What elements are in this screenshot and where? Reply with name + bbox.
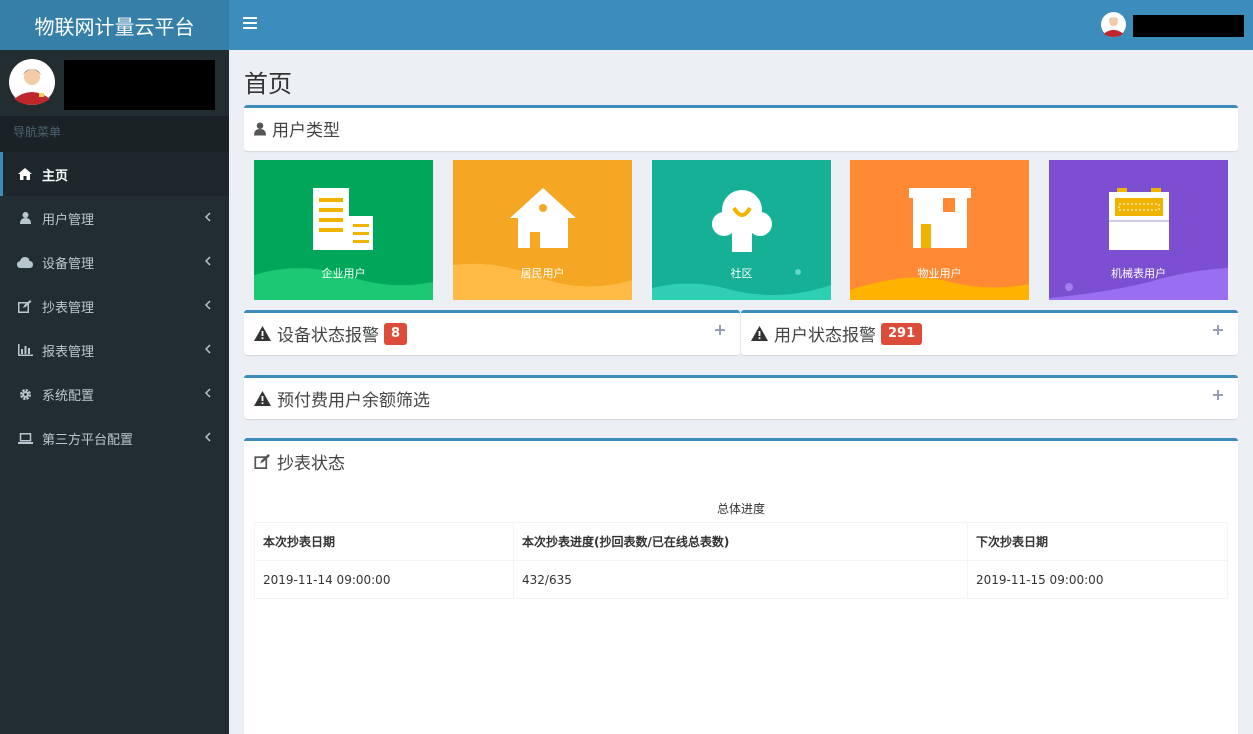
reading-status-box: 抄表状态 总体进度 本次抄表日期 本次抄表进度(抄回表数/已在线总表数) 下次抄…	[244, 438, 1238, 734]
chevron-left-icon	[204, 431, 211, 446]
box-title: 预付费用户余额筛选	[277, 391, 430, 411]
sidebar-item-reading-management[interactable]: 抄表管理	[0, 284, 229, 328]
house-icon	[509, 188, 576, 248]
shop-icon	[908, 188, 971, 248]
chevron-left-icon	[204, 387, 211, 402]
sidebar-menu: 主页 用户管理 设备管理 抄表管理 报表管理 系统配置 第三方平台配置	[0, 152, 229, 460]
sidebar-item-report-management[interactable]: 报表管理	[0, 328, 229, 372]
tile-resident-users[interactable]: 居民用户	[453, 160, 632, 300]
cloud-icon	[17, 255, 33, 269]
user-icon	[254, 121, 266, 136]
column-header: 下次抄表日期	[967, 522, 1228, 561]
chevron-left-icon	[204, 343, 211, 358]
sidebar-item-label: 抄表管理	[42, 300, 95, 316]
box-title: 抄表状态	[277, 454, 345, 474]
box-header: 设备状态报警 8	[244, 313, 740, 354]
tile-label: 企业用户	[321, 267, 366, 280]
sidebar-item-label: 主页	[42, 168, 69, 184]
table-cell: 432/635	[513, 560, 968, 599]
chevron-left-icon	[204, 255, 211, 270]
tile-label: 居民用户	[520, 267, 565, 280]
expand-plus-icon[interactable]	[714, 324, 726, 336]
device-alarm-box: 设备状态报警 8	[244, 310, 740, 355]
user-alarm-box: 用户状态报警 291	[741, 310, 1238, 355]
user-menu-avatar[interactable]	[1101, 12, 1126, 41]
top-navbar	[229, 0, 1253, 50]
box-header: 预付费用户余额筛选	[244, 378, 1238, 419]
tile-enterprise-users[interactable]: 企业用户	[254, 160, 433, 300]
user-alarm-count-badge: 291	[881, 322, 923, 345]
main-content: 首页 用户类型 企业用户 居民用户 社区 物业用户 机械表用户 设备状态报警 8…	[229, 50, 1253, 734]
bar-chart-icon	[17, 343, 33, 357]
table-cell: 2019-11-14 09:00:00	[254, 560, 514, 599]
building-icon	[312, 188, 373, 250]
tile-community[interactable]: 社区	[652, 160, 831, 300]
tree-icon	[711, 190, 772, 252]
tile-label: 社区	[730, 267, 753, 280]
sidebar-item-third-party-config[interactable]: 第三方平台配置	[0, 416, 229, 460]
sidebar-item-label: 第三方平台配置	[42, 432, 134, 448]
table-cell: 2019-11-15 09:00:00	[967, 560, 1228, 599]
box-header: 用户状态报警 291	[741, 313, 1238, 354]
warning-icon	[751, 326, 768, 341]
table-header-row: 本次抄表日期 本次抄表进度(抄回表数/已在线总表数) 下次抄表日期	[254, 522, 1228, 561]
box-title: 设备状态报警	[277, 326, 379, 346]
redacted-username[interactable]	[1133, 15, 1244, 37]
sidebar-toggle-icon[interactable]	[243, 17, 257, 31]
column-header: 本次抄表日期	[254, 522, 514, 561]
box-header: 用户类型	[244, 108, 1238, 149]
reading-status-table: 本次抄表日期 本次抄表进度(抄回表数/已在线总表数) 下次抄表日期 2019-1…	[254, 522, 1228, 599]
prepaid-balance-box: 预付费用户余额筛选	[244, 375, 1238, 419]
tile-mechanical-meter-users[interactable]: 机械表用户	[1049, 160, 1228, 300]
sidebar-item-system-config[interactable]: 系统配置	[0, 372, 229, 416]
sidebar: 物联网计量云平台 导航菜单 主页 用户管理 设备管理 抄表管理 报表管理 系统配…	[0, 0, 229, 734]
sidebar-item-device-management[interactable]: 设备管理	[0, 240, 229, 284]
chevron-left-icon	[204, 299, 211, 314]
chevron-left-icon	[204, 211, 211, 226]
overall-progress-title: 总体进度	[716, 502, 765, 516]
edit-icon	[17, 299, 33, 313]
user-types-box: 用户类型	[244, 105, 1238, 151]
tile-label: 物业用户	[917, 267, 962, 280]
avatar	[9, 59, 55, 109]
laptop-icon	[17, 431, 33, 445]
warning-icon	[254, 326, 271, 341]
sidebar-item-label: 报表管理	[42, 344, 95, 360]
sidebar-item-user-management[interactable]: 用户管理	[0, 196, 229, 240]
expand-plus-icon[interactable]	[1212, 324, 1224, 336]
gear-icon	[17, 387, 33, 401]
app-logo[interactable]: 物联网计量云平台	[0, 0, 229, 50]
table-row: 2019-11-14 09:00:00 432/635 2019-11-15 0…	[254, 560, 1228, 599]
page-title: 首页	[244, 70, 292, 98]
box-title: 用户类型	[272, 121, 340, 141]
user-icon	[17, 211, 33, 225]
box-title: 用户状态报警	[774, 326, 876, 346]
sidebar-item-label: 用户管理	[42, 212, 95, 228]
box-header: 抄表状态	[244, 441, 1238, 482]
sidebar-item-label: 系统配置	[42, 388, 95, 404]
home-icon	[17, 167, 33, 181]
sidebar-item-home[interactable]: 主页	[0, 152, 229, 196]
tile-property-users[interactable]: 物业用户	[850, 160, 1029, 300]
nav-header: 导航菜单	[0, 116, 229, 152]
edit-icon	[254, 454, 271, 469]
warning-icon	[254, 391, 271, 406]
device-alarm-count-badge: 8	[384, 322, 408, 345]
redacted-username	[64, 60, 215, 110]
expand-plus-icon[interactable]	[1212, 389, 1224, 401]
column-header: 本次抄表进度(抄回表数/已在线总表数)	[513, 522, 968, 561]
sidebar-item-label: 设备管理	[42, 256, 95, 272]
meter-icon	[1108, 188, 1169, 250]
tile-label: 机械表用户	[1111, 267, 1166, 280]
